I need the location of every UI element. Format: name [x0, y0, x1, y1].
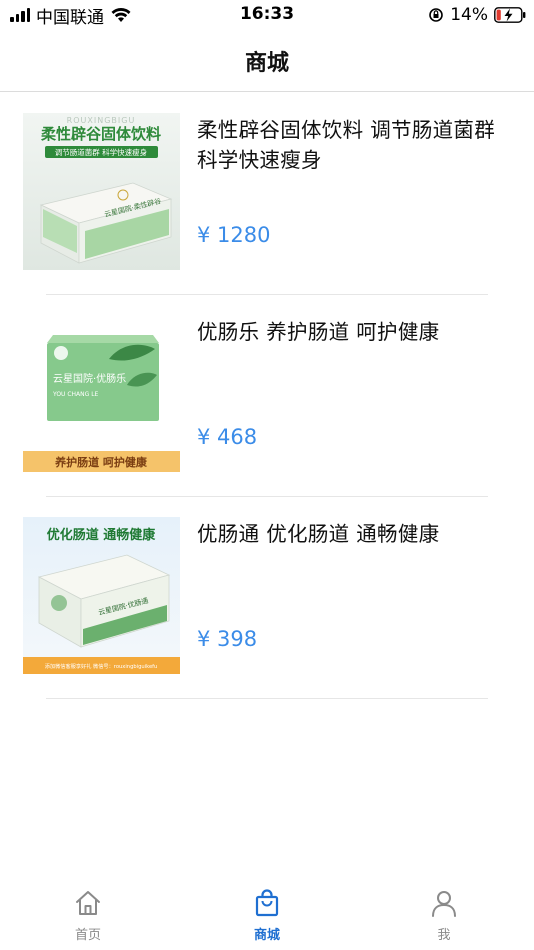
- divider: [46, 698, 488, 699]
- product-image-graphic: ROUXINGBIGU 柔性辟谷固体饮料 调节肠道菌群 科学快速瘦身 云星国院·…: [23, 113, 180, 270]
- tab-mall[interactable]: 商城: [227, 888, 307, 948]
- status-right: 14%: [428, 5, 526, 25]
- box-sublabel: YOU CHANG LE: [52, 391, 99, 398]
- orientation-lock-icon: [429, 8, 444, 22]
- image-footer: 添加微信客服享好礼 微信号：rouxingbiguikefu: [45, 662, 158, 670]
- tab-label: 我: [437, 928, 451, 943]
- tab-bar: 首页 商城 我: [0, 880, 534, 950]
- product-price: ¥ 398: [197, 627, 258, 651]
- battery-percent: 14%: [450, 5, 488, 25]
- product-name[interactable]: 优肠通 优化肠道 通畅健康: [197, 519, 517, 549]
- shopping-bag-icon: [255, 889, 279, 917]
- watermark-text: ROUXINGBIGU: [67, 116, 136, 125]
- nav-bar: 商城: [0, 30, 534, 92]
- image-subline: 调节肠道菌群 科学快速瘦身: [55, 147, 148, 157]
- box-label: 云星国院·优肠乐: [53, 372, 126, 385]
- product-price: ¥ 1280: [197, 223, 271, 247]
- image-headline: 优化肠道 通畅健康: [47, 527, 157, 543]
- tab-home[interactable]: 首页: [48, 888, 128, 948]
- product-image-graphic: 云星国院·优肠乐 YOU CHANG LE 养护肠道 呵护健康: [23, 315, 180, 472]
- product-item[interactable]: 优化肠道 通畅健康 云星国院·优肠通 添加微信客服享好礼 微信号：rouxing…: [0, 497, 534, 699]
- product-price: ¥ 468: [197, 425, 258, 449]
- product-item[interactable]: ROUXINGBIGU 柔性辟谷固体饮料 调节肠道菌群 科学快速瘦身 云星国院·…: [0, 93, 534, 295]
- product-name[interactable]: 柔性辟谷固体饮料 调节肠道菌群 科学快速瘦身: [197, 115, 517, 175]
- product-item[interactable]: 云星国院·优肠乐 YOU CHANG LE 养护肠道 呵护健康 优肠乐 养护肠道…: [0, 295, 534, 497]
- home-icon: [76, 891, 100, 915]
- status-bar: 中国联通 16:33 14%: [0, 0, 534, 30]
- product-image-graphic: 优化肠道 通畅健康 云星国院·优肠通 添加微信客服享好礼 微信号：rouxing…: [23, 517, 180, 674]
- product-image[interactable]: ROUXINGBIGU 柔性辟谷固体饮料 调节肠道菌群 科学快速瘦身 云星国院·…: [23, 113, 180, 270]
- person-icon: [432, 891, 456, 917]
- battery-charging-icon: [494, 7, 526, 23]
- product-image[interactable]: 云星国院·优肠乐 YOU CHANG LE 养护肠道 呵护健康: [23, 315, 180, 472]
- product-image[interactable]: 优化肠道 通畅健康 云星国院·优肠通 添加微信客服享好礼 微信号：rouxing…: [23, 517, 180, 674]
- image-headline: 柔性辟谷固体饮料: [41, 125, 161, 143]
- tab-label: 商城: [253, 928, 280, 943]
- page-title: 商城: [244, 51, 289, 76]
- tab-label: 首页: [74, 928, 101, 943]
- product-name[interactable]: 优肠乐 养护肠道 呵护健康: [197, 317, 517, 347]
- image-banner: 养护肠道 呵护健康: [54, 455, 148, 469]
- tab-me[interactable]: 我: [404, 888, 484, 948]
